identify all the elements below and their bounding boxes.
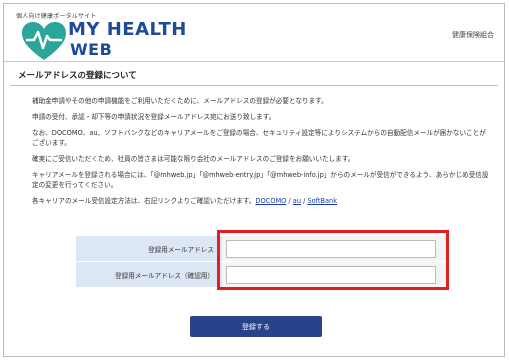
info-paragraph-5: キャリアメールを登録される場合には、「@mhweb.jp」「@mhweb-ent… — [32, 171, 489, 189]
email-confirm-cell — [222, 262, 446, 287]
header: 個人向け健康ポータルサイト MY HEALTH WEB 健康保険組合 — [4, 4, 504, 62]
carrier-links-text: 各キャリアのメール受信設定方法は、右記リンクよりご確認いただけます。 — [32, 197, 256, 205]
email-label: 登録用メールアドレス — [76, 236, 222, 261]
softbank-link[interactable]: SoftBank — [307, 197, 337, 205]
email-cell — [222, 236, 446, 261]
email-input[interactable] — [226, 239, 436, 258]
page-title: メールアドレスの登録について — [10, 68, 498, 86]
email-row: 登録用メールアドレス — [76, 236, 446, 262]
logo-title: MY HEALTH — [68, 19, 187, 40]
au-link[interactable]: au — [293, 197, 301, 205]
email-registration-form: 登録用メールアドレス 登録用メールアドレス（確認用） — [76, 236, 446, 288]
info-paragraph-2: 申請の受付、承認・却下等の申請状況を登録メールアドレス宛にお送り致します。 — [32, 113, 276, 121]
docomo-link[interactable]: DOCOMO — [255, 197, 286, 205]
email-confirm-row: 登録用メールアドレス（確認用） — [76, 262, 446, 288]
organization-label: 健康保険組合 — [452, 31, 494, 39]
info-paragraph-4: 確実にご受信いただくため、社員の皆さまは可能な限り会社のメールアドレスのご登録を… — [32, 155, 355, 163]
heart-logo-icon — [22, 22, 66, 60]
email-confirm-label: 登録用メールアドレス（確認用） — [76, 262, 222, 287]
page-frame: 個人向け健康ポータルサイト MY HEALTH WEB 健康保険組合 メールアド… — [3, 3, 505, 357]
info-paragraph-3: なお、DOCOMO、au、ソフトバンクなどのキャリアメールをご登録の場合、セキュ… — [32, 129, 486, 147]
info-paragraph-1: 補助金申請やその他の申請機能をご利用いただくために、メールアドレスの登録が必要と… — [32, 97, 328, 105]
register-button[interactable]: 登録する — [190, 316, 322, 337]
email-confirm-input[interactable] — [226, 265, 436, 284]
info-paragraph-6: 各キャリアのメール受信設定方法は、右記リンクよりご確認いただけます。DOCOMO… — [32, 196, 492, 206]
logo-web: WEB — [70, 40, 113, 59]
info-text: 補助金申請やその他の申請機能をご利用いただくために、メールアドレスの登録が必要と… — [32, 96, 492, 212]
